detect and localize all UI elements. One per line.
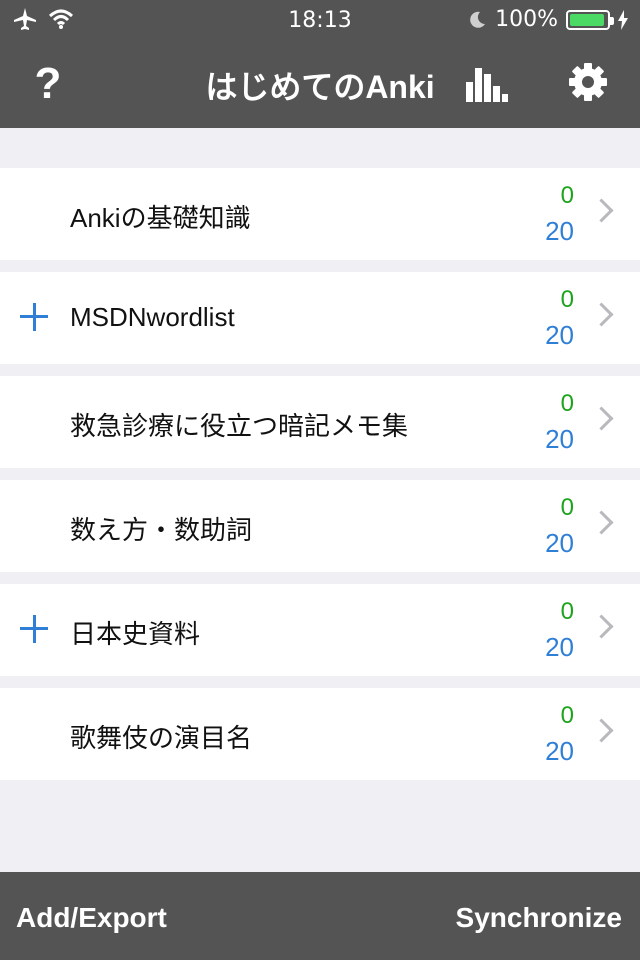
due-count: 0 [560, 598, 574, 625]
battery-percent: 100% [495, 7, 558, 32]
deck-row-2[interactable]: MSDNwordlist 0 20 [0, 272, 640, 364]
deck-row-1[interactable]: Ankiの基礎知識 0 20 [0, 168, 640, 260]
deck-list: Ankiの基礎知識 0 20 MSDNwordlist 0 20 救急診療に役立… [0, 168, 640, 792]
expand-plus-icon[interactable] [20, 302, 50, 332]
synchronize-button[interactable]: Synchronize [456, 902, 622, 934]
new-count: 20 [545, 424, 574, 454]
add-export-button[interactable]: Add/Export [16, 902, 167, 934]
battery-icon [566, 9, 614, 30]
chevron-right-icon [589, 718, 614, 743]
chevron-right-icon [589, 406, 614, 431]
moon-icon [470, 11, 486, 28]
new-count: 20 [545, 320, 574, 350]
due-count: 0 [560, 494, 574, 521]
new-count: 20 [545, 216, 574, 246]
due-count: 0 [560, 702, 574, 729]
expand-plus-icon[interactable] [20, 614, 50, 644]
deck-name: 数え方・数助詞 [70, 515, 253, 545]
new-count: 20 [545, 736, 574, 766]
navigation-bar: ? はじめてのAnki [0, 40, 640, 128]
page-title: はじめてのAnki [205, 69, 435, 105]
deck-name: 歌舞伎の演目名 [70, 723, 253, 753]
settings-icon[interactable] [568, 62, 608, 102]
charging-icon [618, 9, 628, 30]
due-count: 0 [560, 182, 574, 209]
deck-name: 日本史資料 [70, 619, 201, 649]
chevron-right-icon [589, 302, 614, 327]
bottom-toolbar: Add/Export Synchronize [0, 872, 640, 960]
deck-row-4[interactable]: 数え方・数助詞 0 20 [0, 480, 640, 572]
status-right: 100% [467, 7, 628, 32]
stats-icon[interactable] [466, 66, 508, 102]
due-count: 0 [560, 286, 574, 313]
help-button[interactable]: ? [28, 56, 68, 112]
deck-name: Ankiの基礎知識 [70, 203, 251, 233]
chevron-right-icon [589, 614, 614, 639]
chevron-right-icon [589, 510, 614, 535]
new-count: 20 [545, 632, 574, 662]
battery-cap [610, 16, 614, 25]
deck-row-5[interactable]: 日本史資料 0 20 [0, 584, 640, 676]
help-icon: ? [34, 59, 62, 108]
battery-fill [570, 13, 604, 26]
deck-name: MSDNwordlist [70, 302, 235, 332]
deck-name: 救急診療に役立つ暗記メモ集 [70, 411, 409, 441]
chevron-right-icon [589, 198, 614, 223]
status-bar: 18:13 100% [0, 0, 640, 40]
new-count: 20 [545, 528, 574, 558]
due-count: 0 [560, 390, 574, 417]
deck-row-6[interactable]: 歌舞伎の演目名 0 20 [0, 688, 640, 780]
deck-row-3[interactable]: 救急診療に役立つ暗記メモ集 0 20 [0, 376, 640, 468]
